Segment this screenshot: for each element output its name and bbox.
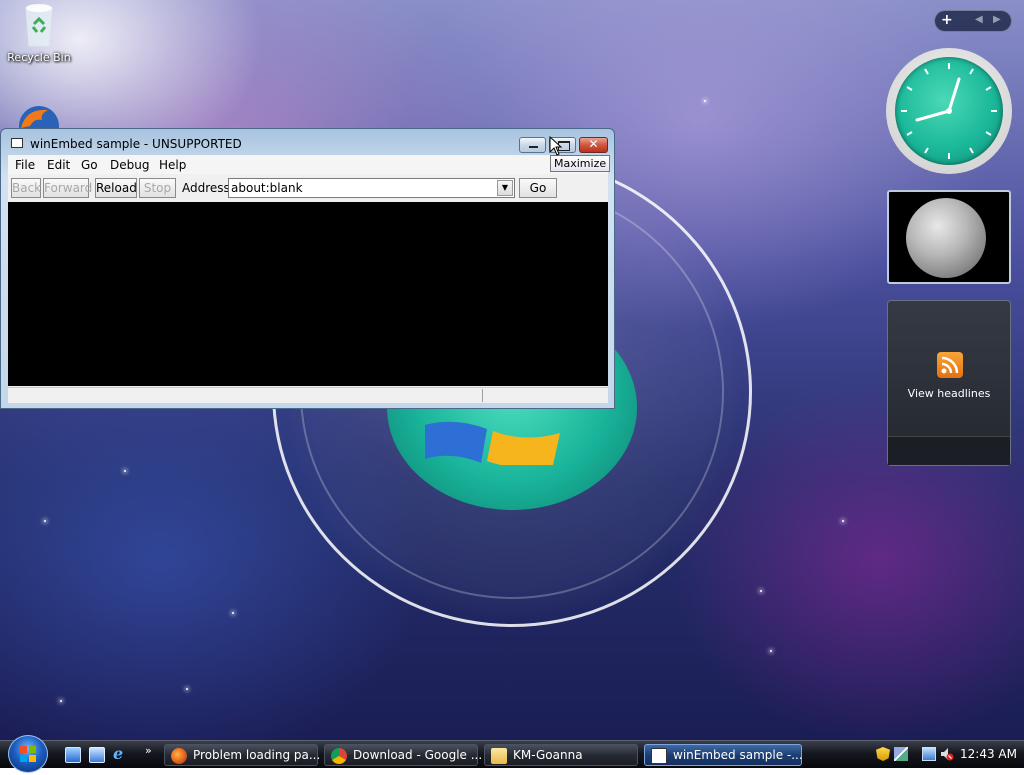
- sidebar-next-button[interactable]: ▶: [993, 14, 1001, 25]
- minimize-icon: [529, 146, 538, 148]
- feed-headlines-gadget[interactable]: View headlines: [887, 300, 1011, 466]
- volume-muted-icon[interactable]: [940, 747, 954, 761]
- address-input[interactable]: [230, 180, 498, 196]
- star: [770, 650, 772, 652]
- star: [232, 612, 234, 614]
- address-combobox[interactable]: ▼: [228, 178, 515, 198]
- navigation-toolbar: Back Forward Reload Stop Address: ▼ Go: [8, 175, 608, 200]
- taskbar-clock[interactable]: 12:43 AM: [960, 747, 1017, 761]
- taskbar-button-label: winEmbed sample -...: [673, 748, 803, 762]
- taskbar-button-chrome[interactable]: Download - Google ...: [324, 744, 482, 766]
- slideshow-gadget[interactable]: [887, 190, 1011, 284]
- chevron-down-icon: ▼: [501, 183, 509, 192]
- clock-face: [895, 57, 1003, 165]
- firefox-icon: [171, 748, 187, 764]
- maximize-tooltip: Maximize: [550, 155, 611, 172]
- winembed-window: winEmbed sample - UNSUPPORTED ✕ File Edi…: [0, 128, 615, 409]
- taskbar-button-label: Problem loading pa...: [193, 748, 321, 762]
- security-shield-icon[interactable]: [876, 747, 890, 761]
- clock-gadget[interactable]: [886, 48, 1012, 174]
- windows-logo-icon: [20, 746, 36, 762]
- clock-hands: [901, 63, 997, 159]
- menu-go[interactable]: Go: [81, 158, 98, 172]
- chrome-icon: [331, 748, 347, 764]
- taskbar-button-km-goanna[interactable]: KM-Goanna: [484, 744, 638, 766]
- star: [186, 688, 188, 690]
- star: [704, 100, 706, 102]
- close-button[interactable]: ✕: [579, 137, 608, 153]
- moon-photo: [906, 198, 986, 278]
- recycle-bin-icon: [25, 4, 53, 47]
- rss-icon: [937, 352, 963, 378]
- minimize-button[interactable]: [519, 137, 546, 153]
- status-divider: [482, 389, 483, 402]
- menu-edit[interactable]: Edit: [47, 158, 70, 172]
- mouse-cursor-icon: [549, 136, 563, 156]
- star: [760, 590, 762, 592]
- start-button[interactable]: [8, 735, 48, 773]
- window-icon: [651, 748, 667, 764]
- feed-gadget-footer: [888, 436, 1010, 465]
- menu-help[interactable]: Help: [159, 158, 186, 172]
- desktop: Recycle Bin + ◀ ▶ View headlines winEmbe…: [0, 0, 1024, 740]
- show-desktop-icon[interactable]: [65, 747, 81, 763]
- notification-area: 12:43 AM: [870, 743, 1020, 767]
- taskbar-button-winembed[interactable]: winEmbed sample -...: [644, 744, 803, 766]
- recycle-bin-desktop-icon[interactable]: Recycle Bin: [4, 2, 74, 64]
- switch-windows-icon[interactable]: [89, 747, 105, 763]
- window-titlebar[interactable]: winEmbed sample - UNSUPPORTED ✕: [1, 129, 614, 155]
- internet-explorer-icon[interactable]: e: [113, 744, 129, 763]
- address-dropdown-button[interactable]: ▼: [497, 180, 513, 196]
- taskbar-button-label: KM-Goanna: [513, 748, 583, 762]
- taskbar: e » Problem loading pa... Download - Goo…: [0, 735, 1024, 773]
- quick-launch-more-button[interactable]: »: [145, 744, 152, 757]
- sidebar-prev-button[interactable]: ◀: [975, 14, 983, 25]
- menu-bar: File Edit Go Debug Help: [8, 155, 608, 174]
- folder-icon: [491, 748, 507, 764]
- sidebar-controls: + ◀ ▶: [934, 10, 1012, 32]
- forward-button[interactable]: Forward: [43, 178, 92, 198]
- window-title: winEmbed sample - UNSUPPORTED: [30, 137, 242, 151]
- app-tray-icon[interactable]: [894, 747, 908, 761]
- address-label: Address:: [182, 181, 234, 195]
- star: [124, 470, 126, 472]
- back-button[interactable]: Back: [11, 178, 41, 198]
- browser-content-area[interactable]: [8, 202, 608, 386]
- star: [60, 700, 62, 702]
- taskbar-button-label: Download - Google ...: [353, 748, 483, 762]
- stop-button[interactable]: Stop: [139, 178, 176, 198]
- add-gadget-button[interactable]: +: [941, 12, 953, 28]
- menu-debug[interactable]: Debug: [110, 158, 149, 172]
- status-bar: [8, 387, 608, 403]
- window-icon: [11, 138, 23, 148]
- recycle-bin-label: Recycle Bin: [7, 51, 71, 64]
- menu-file[interactable]: File: [15, 158, 35, 172]
- network-icon[interactable]: [922, 747, 936, 761]
- star: [44, 520, 46, 522]
- star: [842, 520, 844, 522]
- window-client-area: File Edit Go Debug Help Back Forward Rel…: [8, 155, 608, 403]
- go-button[interactable]: Go: [519, 178, 557, 198]
- close-icon: ✕: [588, 137, 599, 151]
- taskbar-button-firefox[interactable]: Problem loading pa...: [164, 744, 321, 766]
- view-headlines-link[interactable]: View headlines: [888, 387, 1010, 400]
- reload-button[interactable]: Reload: [95, 178, 137, 198]
